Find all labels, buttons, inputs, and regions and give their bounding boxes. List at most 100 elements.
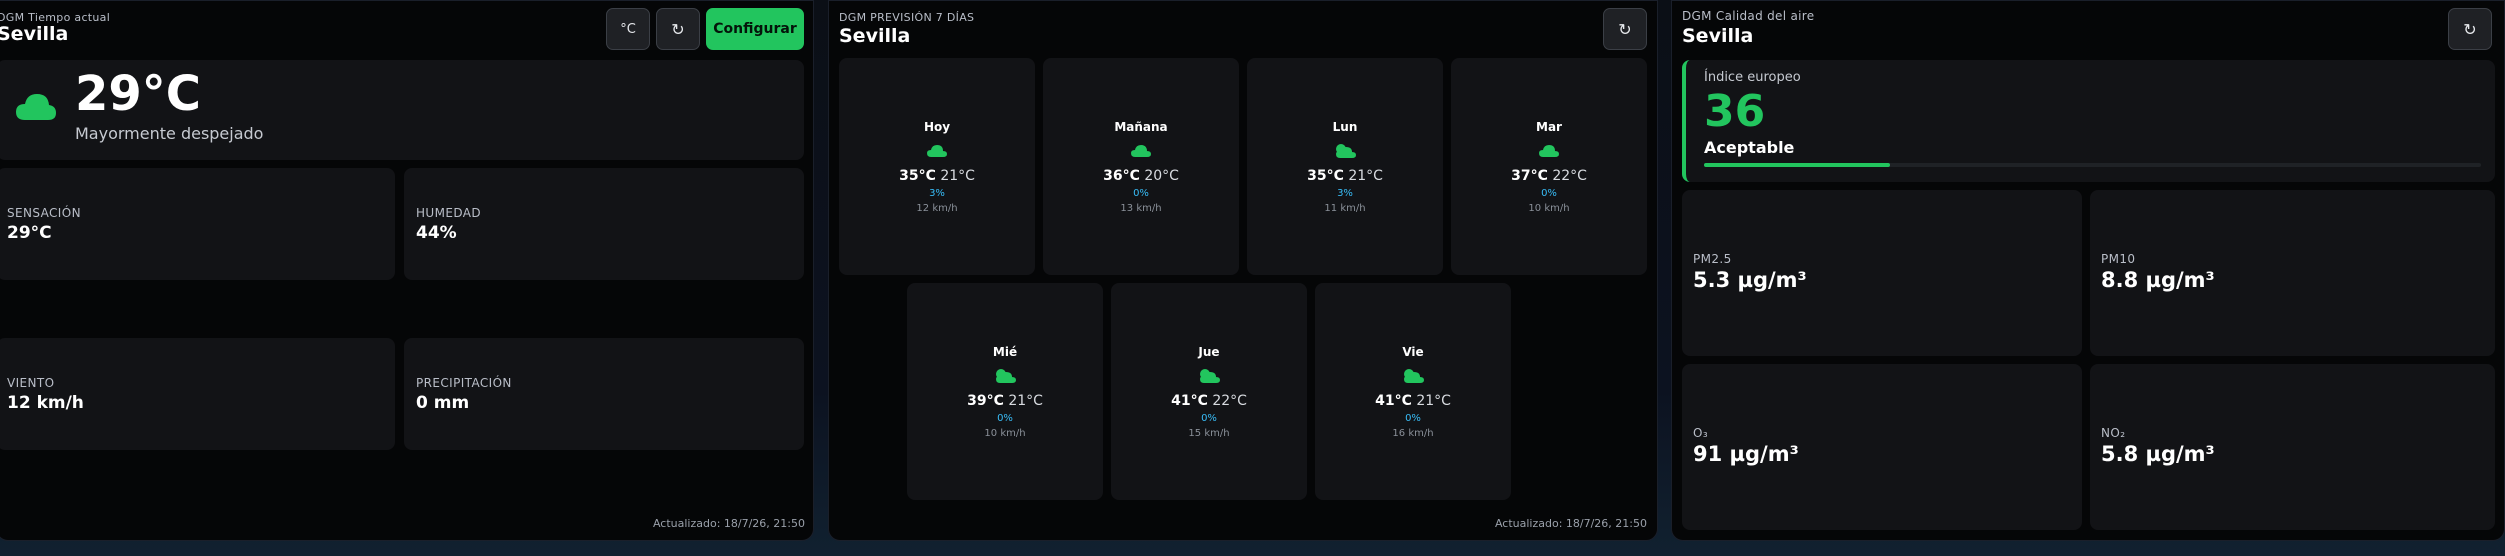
- day-wind: 12 km/h: [916, 203, 958, 214]
- pollutant-value: 5.3 µg/m³: [1693, 268, 1807, 292]
- refresh-button[interactable]: ↻: [656, 8, 700, 50]
- day-temperatures: 41°C 21°C: [1315, 393, 1511, 409]
- stat-card-humidity: HUMEDAD 44%: [404, 168, 804, 280]
- day-rain-chance: 0%: [1133, 188, 1149, 199]
- day-rain-chance: 0%: [997, 413, 1013, 424]
- day-rain-chance: 3%: [929, 188, 945, 199]
- partly-cloudy-icon: [1315, 368, 1511, 388]
- forecast-day-card: Mié 39°C 21°C 0% 10 km/h: [907, 283, 1103, 500]
- day-max-temp: 37°C: [1511, 168, 1548, 184]
- pollutant-value: 5.8 µg/m³: [2101, 442, 2215, 466]
- day-min-temp: 21°C: [1008, 393, 1043, 409]
- forecast-day-card: Mar 37°C 22°C 0% 10 km/h: [1451, 58, 1647, 275]
- panel-subtitle: DGM Calidad del aire: [1682, 9, 1815, 23]
- refresh-button[interactable]: ↻: [1603, 8, 1647, 50]
- refresh-button[interactable]: ↻: [2448, 8, 2492, 50]
- aqi-bar-fill: [1704, 163, 1891, 167]
- day-wind: 10 km/h: [1528, 203, 1570, 214]
- pollutant-label: PM2.5: [1693, 252, 1732, 266]
- day-wind: 10 km/h: [984, 428, 1026, 439]
- aqi-status: Aceptable: [1704, 138, 1795, 157]
- cloud-icon: [839, 143, 1035, 162]
- day-wind: 15 km/h: [1188, 428, 1230, 439]
- updated-timestamp: Actualizado: 18/7/26, 21:50: [652, 517, 805, 530]
- city-title: Sevilla: [839, 25, 911, 47]
- day-name: Jue: [1198, 345, 1220, 359]
- forecast-day-card: Jue 41°C 22°C 0% 15 km/h: [1111, 283, 1307, 500]
- day-temperatures: 36°C 20°C: [1043, 168, 1239, 184]
- pollutant-value: 91 µg/m³: [1693, 442, 1799, 466]
- day-max-temp: 39°C: [967, 393, 1004, 409]
- aqi-card: Índice europeo 36 Aceptable: [1682, 60, 2495, 182]
- aqi-label: Índice europeo: [1704, 70, 1801, 85]
- day-name: Mar: [1536, 120, 1562, 134]
- pollutant-value: 8.8 µg/m³: [2101, 268, 2215, 292]
- current-summary-card: 29°C Mayormente despejado: [0, 60, 804, 160]
- current-weather-panel: DGM Tiempo actual Sevilla °C ↻ Configura…: [0, 0, 814, 541]
- pollutant-card-o3: O₃ 91 µg/m³: [1682, 364, 2082, 530]
- stat-value: 29°C: [7, 223, 52, 243]
- day-rain-chance: 3%: [1337, 188, 1353, 199]
- aqi-value: 36: [1704, 86, 1766, 137]
- stat-label: HUMEDAD: [416, 206, 482, 220]
- day-name: Mañana: [1114, 120, 1168, 134]
- stat-label: PRECIPITACIÓN: [416, 376, 512, 390]
- forecast-panel: DGM PREVISIÓN 7 DÍAS Sevilla ↻ Hoy 35°C 2…: [828, 0, 1658, 541]
- stat-value: 0 mm: [416, 393, 470, 413]
- day-name: Mié: [992, 345, 1018, 359]
- stat-card-wind: VIENTO 12 km/h: [0, 338, 395, 450]
- day-temperatures: 37°C 22°C: [1451, 168, 1647, 184]
- stat-card-feels-like: SENSACIÓN 29°C: [0, 168, 395, 280]
- day-wind: 13 km/h: [1120, 203, 1162, 214]
- day-temperatures: 41°C 22°C: [1111, 393, 1307, 409]
- day-temperatures: 35°C 21°C: [1247, 168, 1443, 184]
- forecast-day-card: Hoy 35°C 21°C 3% 12 km/h: [839, 58, 1035, 275]
- cloud-icon: [1043, 143, 1239, 162]
- stat-card-precipitation: PRECIPITACIÓN 0 mm: [404, 338, 804, 450]
- day-temperatures: 35°C 21°C: [839, 168, 1035, 184]
- partly-cloudy-icon: [1111, 368, 1307, 388]
- pollutant-label: NO₂: [2101, 426, 2126, 440]
- stat-value: 12 km/h: [7, 393, 84, 413]
- day-temperatures: 39°C 21°C: [907, 393, 1103, 409]
- day-name: Hoy: [923, 120, 951, 134]
- pollutant-label: O₃: [1693, 426, 1709, 440]
- pollutant-card-no2: NO₂ 5.8 µg/m³: [2090, 364, 2495, 530]
- partly-cloudy-icon: [907, 368, 1103, 388]
- air-quality-panel: DGM Calidad del aire Sevilla ↻ Índice eu…: [1671, 0, 2505, 541]
- pollutant-label: PM10: [2101, 252, 2136, 266]
- day-max-temp: 41°C: [1171, 393, 1208, 409]
- forecast-day-card: Mañana 36°C 20°C 0% 13 km/h: [1043, 58, 1239, 275]
- day-rain-chance: 0%: [1541, 188, 1557, 199]
- day-max-temp: 35°C: [899, 168, 936, 184]
- aqi-bar-track: [1704, 163, 2481, 167]
- unit-toggle-button[interactable]: °C: [606, 8, 650, 50]
- day-name: Vie: [1402, 345, 1424, 359]
- day-wind: 11 km/h: [1324, 203, 1366, 214]
- current-temperature: 29°C: [75, 66, 202, 122]
- stat-label: VIENTO: [7, 376, 55, 390]
- day-wind: 16 km/h: [1392, 428, 1434, 439]
- city-title: Sevilla: [0, 23, 69, 45]
- day-max-temp: 36°C: [1103, 168, 1140, 184]
- pollutant-card-pm25: PM2.5 5.3 µg/m³: [1682, 190, 2082, 356]
- stat-label: SENSACIÓN: [7, 206, 81, 220]
- day-rain-chance: 0%: [1201, 413, 1217, 424]
- configure-button[interactable]: Configurar: [706, 8, 804, 50]
- stat-value: 44%: [416, 223, 457, 243]
- day-min-temp: 21°C: [1416, 393, 1451, 409]
- day-max-temp: 41°C: [1375, 393, 1412, 409]
- day-min-temp: 21°C: [1348, 168, 1383, 184]
- day-name: Lun: [1332, 120, 1358, 134]
- current-condition: Mayormente despejado: [75, 124, 264, 143]
- cloud-icon: [15, 90, 57, 126]
- day-min-temp: 21°C: [940, 168, 975, 184]
- city-title: Sevilla: [1682, 25, 1754, 47]
- day-min-temp: 20°C: [1144, 168, 1179, 184]
- forecast-day-card: Vie 41°C 21°C 0% 16 km/h: [1315, 283, 1511, 500]
- day-rain-chance: 0%: [1405, 413, 1421, 424]
- day-min-temp: 22°C: [1552, 168, 1587, 184]
- partly-cloudy-icon: [1247, 143, 1443, 163]
- cloud-icon: [1451, 143, 1647, 162]
- pollutant-card-pm10: PM10 8.8 µg/m³: [2090, 190, 2495, 356]
